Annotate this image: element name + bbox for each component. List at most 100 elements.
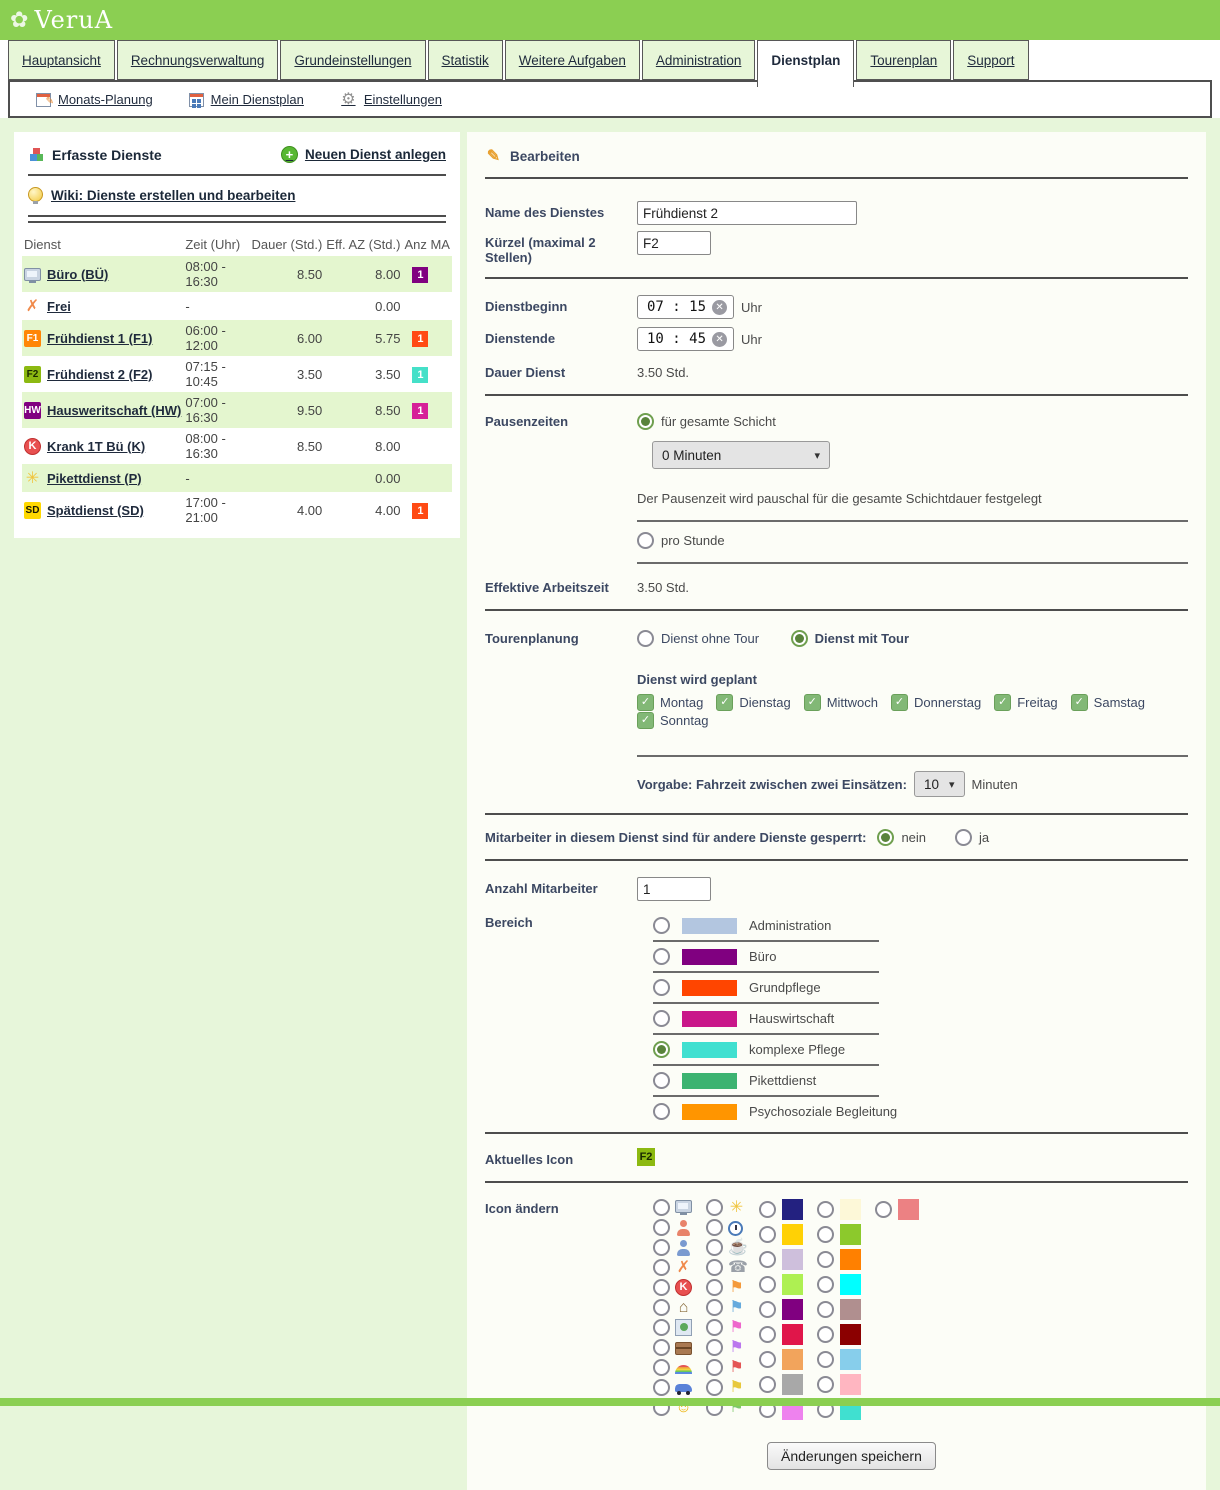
radio-bereich-pikettdienst[interactable] — [653, 1072, 670, 1089]
anzahl-input[interactable] — [637, 877, 711, 901]
radio-color-swatch[interactable] — [759, 1326, 776, 1343]
chevron-down-icon: ▾ — [949, 778, 955, 791]
radio-chest-icon[interactable] — [653, 1339, 670, 1356]
tab-administration[interactable]: Administration — [642, 40, 756, 80]
dienst-link-pikettdienst-p-[interactable]: Pikettdienst (P) — [47, 471, 142, 486]
radio-color-swatch[interactable] — [759, 1351, 776, 1368]
dienst-link-spätdienst-sd-[interactable]: Spätdienst (SD) — [47, 503, 144, 518]
radio-color-swatch[interactable] — [759, 1376, 776, 1393]
radio-color-swatch[interactable] — [817, 1326, 834, 1343]
kuerzel-input[interactable] — [637, 231, 711, 255]
radio-color-swatch[interactable] — [817, 1276, 834, 1293]
tab-weitere-aufgaben[interactable]: Weitere Aufgaben — [505, 40, 640, 80]
checkbox-sonntag[interactable]: ✓ — [637, 712, 654, 729]
dienst-link-frei[interactable]: Frei — [47, 299, 71, 314]
dauer-label: Dauer Dienst — [485, 361, 637, 380]
radio-color-swatch[interactable] — [817, 1301, 834, 1318]
radio-bereich-grundpflege[interactable] — [653, 979, 670, 996]
radio-flag-orange-icon[interactable] — [706, 1279, 723, 1296]
fahrzeit-select[interactable]: 10 ▾ — [914, 771, 965, 797]
radio-gesperrt-ja[interactable] — [955, 829, 972, 846]
radio-cross-icon[interactable] — [653, 1259, 670, 1276]
tab-grundeinstellungen[interactable]: Grundeinstellungen — [280, 40, 425, 80]
tab-hauptansicht[interactable]: Hauptansicht — [8, 40, 115, 80]
radio-pro-stunde[interactable] — [637, 532, 654, 549]
radio-phone-icon[interactable] — [706, 1259, 723, 1276]
dienst-link-frühdienst-1-f1-[interactable]: Frühdienst 1 (F1) — [47, 331, 152, 346]
divider — [485, 177, 1188, 179]
dienst-link-hausweritschaft-hw-[interactable]: Hausweritschaft (HW) — [47, 403, 181, 418]
flag-red-icon: ⚑ — [728, 1359, 745, 1376]
radio-flag-blue-icon[interactable] — [706, 1299, 723, 1316]
tab-rechnungsverwaltung[interactable]: Rechnungsverwaltung — [117, 40, 279, 80]
radio-color-swatch[interactable] — [759, 1201, 776, 1218]
radio-rainbow-icon[interactable] — [653, 1359, 670, 1376]
radio-color-swatch[interactable] — [759, 1276, 776, 1293]
clear-time-icon[interactable]: ✕ — [712, 300, 727, 315]
radio-flag-pink-icon[interactable] — [706, 1319, 723, 1336]
dienst-link-büro-bü-[interactable]: Büro (BÜ) — [47, 267, 108, 282]
radio-picture-icon[interactable] — [653, 1319, 670, 1336]
radio-person-clock-orange-icon[interactable] — [653, 1219, 670, 1236]
radio-flag-purple-icon[interactable] — [706, 1339, 723, 1356]
radio-color-swatch[interactable] — [817, 1226, 834, 1243]
radio-color-swatch[interactable] — [759, 1251, 776, 1268]
dienst-link-frühdienst-2-f2-[interactable]: Frühdienst 2 (F2) — [47, 367, 152, 382]
clear-time-icon[interactable]: ✕ — [712, 332, 727, 347]
anz-ma-badge: 1 — [412, 331, 428, 347]
checkbox-freitag[interactable]: ✓ — [994, 694, 1011, 711]
radio-color-swatch[interactable] — [817, 1351, 834, 1368]
radio-mit-tour[interactable] — [791, 630, 808, 647]
pausen-select[interactable]: 0 Minuten ▾ — [652, 441, 830, 469]
radio-schicht[interactable] — [637, 413, 654, 430]
radio-bereich-büro[interactable] — [653, 948, 670, 965]
dienstende-input[interactable]: 10 : 45 ✕ — [637, 327, 734, 351]
tab-tourenplan[interactable]: Tourenplan — [856, 40, 951, 80]
dienst-dauer-cell: 9.50 — [249, 392, 324, 428]
tab-dienstplan[interactable]: Dienstplan — [757, 40, 854, 87]
radio-color-swatch[interactable] — [759, 1301, 776, 1318]
radio-ohne-tour[interactable] — [637, 630, 654, 647]
subnav-link-monats-planung[interactable]: Monats-Planung — [36, 92, 153, 107]
radio-bereich-komplexe-pflege[interactable] — [653, 1041, 670, 1058]
radio-bereich-hauswirtschaft[interactable] — [653, 1010, 670, 1027]
radio-coffee-icon[interactable] — [706, 1239, 723, 1256]
radio-car-icon[interactable] — [653, 1379, 670, 1396]
tab-bar: HauptansichtRechnungsverwaltungGrundeins… — [0, 40, 1220, 80]
checkbox-montag[interactable]: ✓ — [637, 694, 654, 711]
radio-flag-yellow-icon[interactable] — [706, 1379, 723, 1396]
tab-statistik[interactable]: Statistik — [428, 40, 503, 80]
radio-color-swatch[interactable] — [875, 1201, 892, 1218]
radio-bereich-psychosoziale-begleitung[interactable] — [653, 1103, 670, 1120]
new-dienst-link[interactable]: + Neuen Dienst anlegen — [281, 146, 446, 163]
radio-asterisk-icon[interactable] — [706, 1199, 723, 1216]
radio-alarm-clock-icon[interactable] — [706, 1219, 723, 1236]
radio-color-swatch[interactable] — [817, 1376, 834, 1393]
checkbox-dienstag[interactable]: ✓ — [716, 694, 733, 711]
radio-color-swatch[interactable] — [817, 1201, 834, 1218]
subnav-link-mein-dienstplan[interactable]: Mein Dienstplan — [189, 92, 304, 107]
subnav-link-einstellungen[interactable]: ⚙Einstellungen — [340, 91, 442, 108]
radio-color-swatch[interactable] — [759, 1226, 776, 1243]
radio-krank-icon[interactable] — [653, 1279, 670, 1296]
radio-bereich-administration[interactable] — [653, 917, 670, 934]
color-option — [817, 1372, 861, 1396]
radio-flag-red-icon[interactable] — [706, 1359, 723, 1376]
radio-color-swatch[interactable] — [817, 1251, 834, 1268]
save-button[interactable]: Änderungen speichern — [767, 1442, 936, 1470]
radio-gesperrt-nein[interactable] — [877, 829, 894, 846]
checkbox-samstag[interactable]: ✓ — [1071, 694, 1088, 711]
dienstbeginn-input[interactable]: 07 : 15 ✕ — [637, 295, 734, 319]
radio-house-icon[interactable] — [653, 1299, 670, 1316]
radio-computer-icon[interactable] — [653, 1199, 670, 1216]
color-swatch — [782, 1199, 803, 1220]
checkbox-donnerstag[interactable]: ✓ — [891, 694, 908, 711]
tab-support[interactable]: Support — [953, 40, 1028, 80]
radio-person-clock-blue-icon[interactable] — [653, 1239, 670, 1256]
checkbox-mittwoch[interactable]: ✓ — [804, 694, 821, 711]
color-column-extra — [875, 1197, 919, 1422]
dienst-icon-cell — [22, 256, 45, 292]
name-input[interactable] — [637, 201, 857, 225]
wiki-link[interactable]: Wiki: Dienste erstellen und bearbeiten — [51, 188, 295, 203]
dienst-link-krank-1t-bü-k-[interactable]: Krank 1T Bü (K) — [47, 439, 145, 454]
